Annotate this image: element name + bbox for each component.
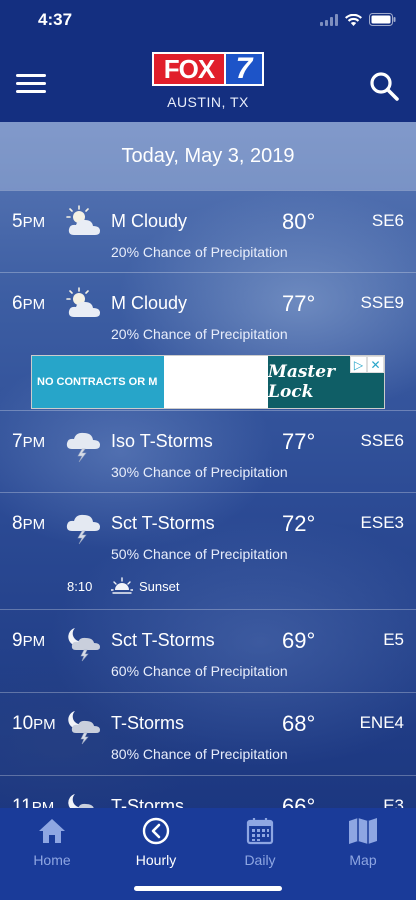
ad-text: NO CONTRACTS OR M xyxy=(32,356,164,408)
row-wind: SE6 xyxy=(371,211,404,230)
sunset-time: 8:10 xyxy=(67,579,93,594)
home-indicator[interactable] xyxy=(134,886,282,891)
row-wind: ESE3 xyxy=(360,513,404,532)
location-label: AUSTIN, TX xyxy=(167,94,249,110)
row-condition: M Cloudy xyxy=(111,293,188,313)
tab-home[interactable]: Home xyxy=(12,816,92,868)
clock-icon xyxy=(142,817,170,845)
row-time: 11PM xyxy=(12,796,55,808)
signal-icon xyxy=(320,13,338,26)
row-temperature: 68° xyxy=(282,711,316,736)
row-condition: Sct T-Storms xyxy=(111,630,215,650)
row-temperature: 66° xyxy=(282,794,316,808)
row-time: 8PM xyxy=(12,513,46,534)
row-wind: SSE9 xyxy=(360,293,404,312)
row-time: 6PM xyxy=(12,293,46,314)
row-precip: 50% Chance of Precipitation xyxy=(111,546,288,562)
tab-daily[interactable]: Daily xyxy=(220,816,300,868)
night-thunderstorm-icon xyxy=(67,793,101,808)
calendar-icon xyxy=(246,818,274,845)
row-time: 5PM xyxy=(12,211,46,232)
app-header: FOX 7 AUSTIN, TX xyxy=(0,44,416,122)
row-precip: 30% Chance of Precipitation xyxy=(111,464,288,480)
tab-hourly-label: Hourly xyxy=(135,852,177,868)
row-precip: 20% Chance of Precipitation xyxy=(111,244,288,260)
tab-map[interactable]: Map xyxy=(323,816,403,868)
hourly-row: 11PM T-Storms 66° E3 xyxy=(0,775,416,808)
logo-fox-text: FOX xyxy=(152,52,226,86)
partly-cloudy-sun-icon xyxy=(66,205,101,236)
night-thunderstorm-icon xyxy=(67,710,101,745)
tab-home-label: Home xyxy=(33,852,71,868)
row-temperature: 80° xyxy=(282,209,316,234)
search-icon[interactable] xyxy=(368,70,400,102)
row-temperature: 72° xyxy=(282,511,316,536)
status-time: 4:37 xyxy=(38,10,73,29)
row-temperature: 77° xyxy=(282,291,316,316)
hourly-row: 7PM Iso T-Storms 77° SSE6 30% Chance of … xyxy=(0,410,416,492)
row-precip: 60% Chance of Precipitation xyxy=(111,663,288,679)
hourly-row: 8PM Sct T-Storms 72° ESE3 50% Chance of … xyxy=(0,492,416,609)
row-condition: Iso T-Storms xyxy=(111,431,213,451)
hourly-row: 6PM M Cloudy 77° SSE9 20% Chance of Prec… xyxy=(0,272,416,354)
home-icon xyxy=(39,819,65,843)
thunderstorm-icon xyxy=(66,432,101,463)
map-icon xyxy=(349,818,377,844)
date-header: Today, May 3, 2019 xyxy=(0,122,416,190)
sunset-label: Sunset xyxy=(139,579,180,594)
hourly-row: 9PM Sct T-Storms 69° E5 60% Chance of Pr… xyxy=(0,609,416,692)
row-time: 7PM xyxy=(12,431,46,452)
row-condition: T-Storms xyxy=(111,796,185,808)
ad-blank xyxy=(164,356,268,408)
row-precip: 80% Chance of Precipitation xyxy=(111,746,288,762)
status-bar: 4:37 xyxy=(0,0,416,44)
sunset-icon xyxy=(111,577,133,594)
row-time: 9PM xyxy=(12,630,46,651)
row-wind: ENE4 xyxy=(359,713,404,732)
ad-close-icon[interactable]: ✕ xyxy=(367,356,384,373)
partly-cloudy-sun-icon xyxy=(66,287,101,318)
row-wind: E5 xyxy=(383,630,404,649)
row-condition: M Cloudy xyxy=(111,211,188,231)
hourly-row: 5PM M Cloudy 80° SE6 20% Chance of Preci… xyxy=(0,190,416,272)
wifi-icon xyxy=(345,13,362,26)
thunderstorm-icon xyxy=(66,514,101,545)
fox7-logo: FOX 7 xyxy=(152,52,264,86)
row-time: 10PM xyxy=(12,713,56,734)
ad-controls: ▷ ✕ xyxy=(350,356,384,373)
tab-hourly[interactable]: Hourly xyxy=(116,816,196,868)
tab-daily-label: Daily xyxy=(244,852,276,868)
row-temperature: 77° xyxy=(282,429,316,454)
row-precip: 20% Chance of Precipitation xyxy=(111,326,288,342)
tab-map-label: Map xyxy=(349,852,377,868)
status-icons xyxy=(320,13,396,26)
night-thunderstorm-icon xyxy=(67,627,101,662)
row-temperature: 69° xyxy=(282,628,316,653)
row-wind: SSE6 xyxy=(360,431,404,450)
logo-channel-number: 7 xyxy=(226,52,264,86)
ad-choices-icon[interactable]: ▷ xyxy=(350,356,367,373)
hourly-row: 10PM T-Storms 68° ENE4 80% Chance of Pre… xyxy=(0,692,416,775)
row-condition: T-Storms xyxy=(111,713,185,733)
battery-icon xyxy=(369,13,396,26)
row-condition: Sct T-Storms xyxy=(111,513,215,533)
ad-banner[interactable]: NO CONTRACTS OR M Master Lock ▷ ✕ xyxy=(31,355,385,409)
row-wind: E3 xyxy=(383,796,404,808)
